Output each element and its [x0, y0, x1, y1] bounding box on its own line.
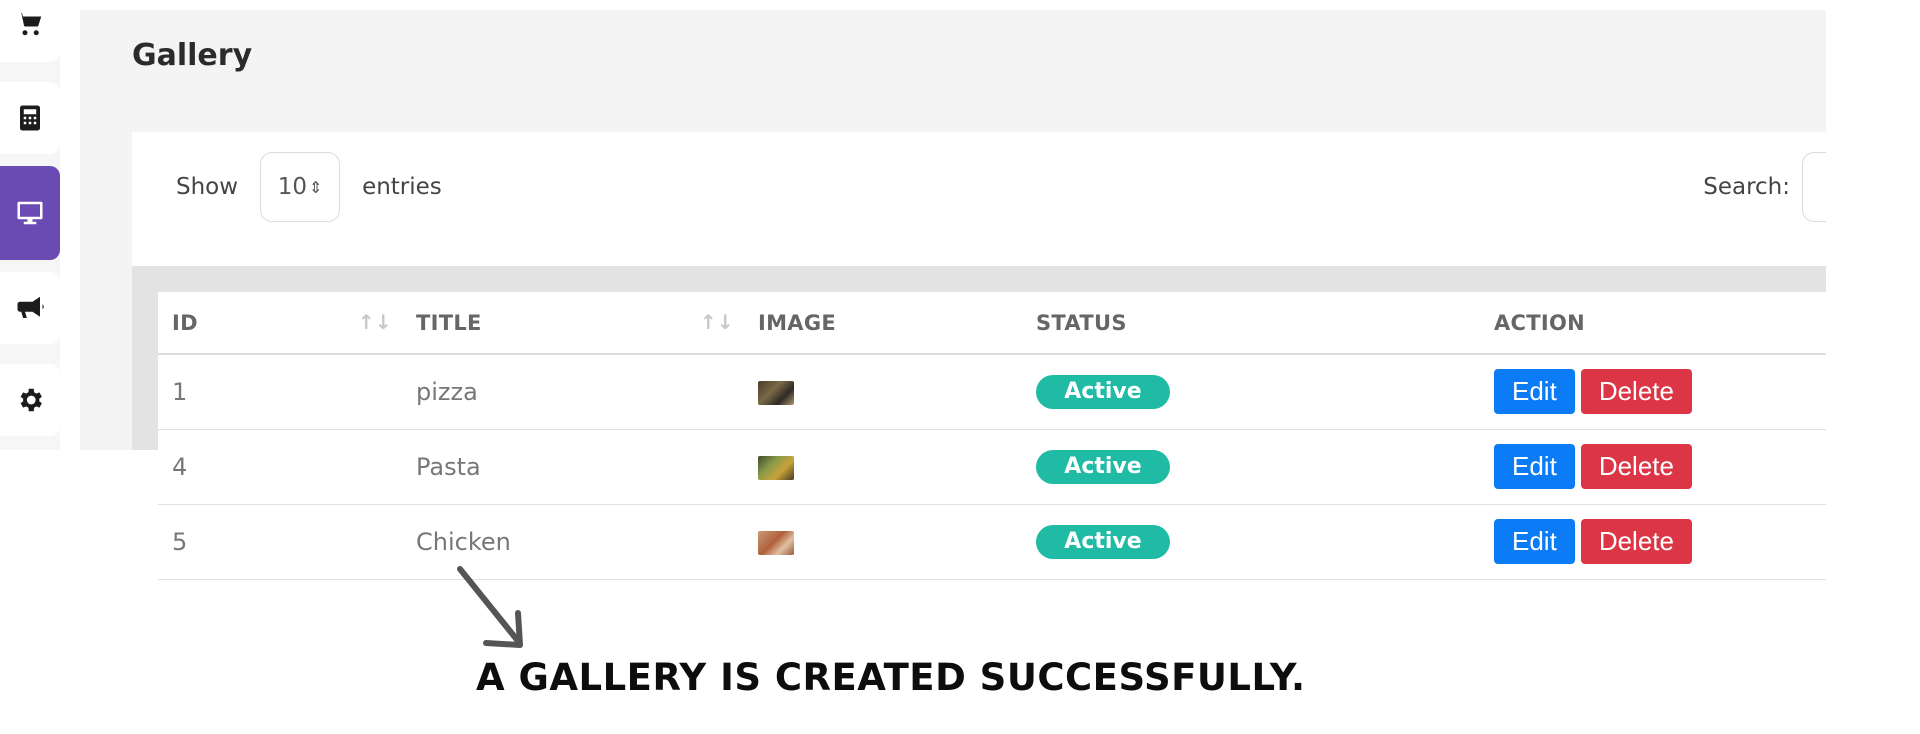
cell-title: Chicken — [402, 504, 744, 580]
search-control: Search: — [1703, 152, 1826, 222]
status-badge: Active — [1036, 374, 1170, 409]
cell-action: Edit Delete — [1480, 354, 1826, 430]
edit-button[interactable]: Edit — [1494, 369, 1575, 415]
entries-select[interactable]: 10 ⇕ — [260, 152, 341, 222]
gallery-thumbnail[interactable] — [758, 380, 794, 405]
table-row: 1 pizza Active Edit Delete — [158, 354, 1826, 430]
gallery-card: Show 10 ⇕ entries Search: ID ↑↓ TITLE ↑↓… — [132, 132, 1826, 592]
entries-value: 10 — [277, 174, 307, 200]
gallery-thumbnail[interactable] — [758, 455, 794, 480]
cell-id: 5 — [158, 504, 402, 580]
cell-id: 1 — [158, 354, 402, 430]
column-header-title-label: TITLE — [416, 310, 482, 335]
sidebar-item-calculator[interactable] — [0, 82, 60, 154]
cell-image — [744, 429, 1022, 505]
delete-button[interactable]: Delete — [1580, 444, 1692, 489]
megaphone-icon — [17, 296, 44, 318]
cell-status: Active — [1022, 429, 1480, 505]
edit-button[interactable]: Edit — [1494, 444, 1575, 489]
table-row: 4 Pasta Active Edit Delete — [158, 429, 1826, 505]
entries-label: entries — [362, 174, 442, 200]
cell-status: Active — [1022, 354, 1480, 430]
select-arrows-icon: ⇕ — [309, 177, 323, 197]
sidebar — [0, 0, 62, 450]
calculator-icon — [20, 105, 40, 131]
sidebar-item-cart[interactable] — [0, 0, 60, 62]
delete-button[interactable]: Delete — [1580, 369, 1692, 415]
cell-status: Active — [1022, 504, 1480, 580]
gallery-thumbnail[interactable] — [758, 530, 794, 555]
annotation-arrow-icon — [457, 566, 523, 648]
search-input[interactable] — [1802, 152, 1826, 222]
cell-action: Edit Delete — [1480, 429, 1826, 505]
column-header-image: IMAGE — [744, 292, 1022, 355]
search-label: Search: — [1703, 174, 1790, 200]
column-header-action-label: ACTION — [1494, 310, 1586, 335]
cell-id: 4 — [158, 429, 402, 505]
show-label: Show — [176, 174, 239, 200]
table-container: ID ↑↓ TITLE ↑↓ IMAGE STATUS ACTION 1 piz… — [158, 292, 1826, 592]
cell-image — [744, 504, 1022, 580]
sidebar-item-settings[interactable] — [0, 364, 60, 436]
cell-title: Pasta — [402, 429, 744, 505]
annotation-caption: A GALLERY IS CREATED SUCCESSFULLY. — [476, 656, 1306, 699]
gallery-table: ID ↑↓ TITLE ↑↓ IMAGE STATUS ACTION 1 piz… — [158, 292, 1826, 580]
column-header-id-label: ID — [172, 310, 198, 335]
cart-icon — [17, 12, 42, 36]
column-header-image-label: IMAGE — [758, 310, 837, 335]
edit-button[interactable]: Edit — [1494, 519, 1575, 564]
cell-title: pizza — [402, 354, 744, 430]
table-row: 5 Chicken Active Edit Delete — [158, 504, 1826, 580]
page-title: Gallery — [132, 38, 253, 73]
status-badge: Active — [1036, 524, 1170, 559]
cell-image — [744, 354, 1022, 430]
cell-action: Edit Delete — [1480, 504, 1826, 580]
column-header-id[interactable]: ID ↑↓ — [158, 292, 402, 355]
table-wrapper: ID ↑↓ TITLE ↑↓ IMAGE STATUS ACTION 1 piz… — [132, 266, 1826, 592]
main-content: Gallery Show 10 ⇕ entries Search: ID ↑↓ … — [80, 10, 1826, 592]
column-header-status-label: STATUS — [1036, 310, 1127, 335]
status-badge: Active — [1036, 449, 1170, 484]
delete-button[interactable]: Delete — [1580, 519, 1692, 564]
column-header-status: STATUS — [1022, 292, 1480, 355]
gear-icon — [20, 388, 42, 412]
column-header-action: ACTION — [1480, 292, 1826, 355]
sort-icon[interactable]: ↑↓ — [358, 310, 392, 334]
sidebar-item-monitor[interactable] — [0, 166, 60, 260]
monitor-icon — [17, 201, 43, 225]
column-header-title[interactable]: TITLE ↑↓ — [402, 292, 744, 355]
sidebar-item-megaphone[interactable] — [0, 272, 60, 344]
entries-control: Show 10 ⇕ entries — [176, 152, 442, 222]
table-header-row: ID ↑↓ TITLE ↑↓ IMAGE STATUS ACTION — [158, 292, 1826, 355]
sort-icon[interactable]: ↑↓ — [700, 310, 734, 334]
